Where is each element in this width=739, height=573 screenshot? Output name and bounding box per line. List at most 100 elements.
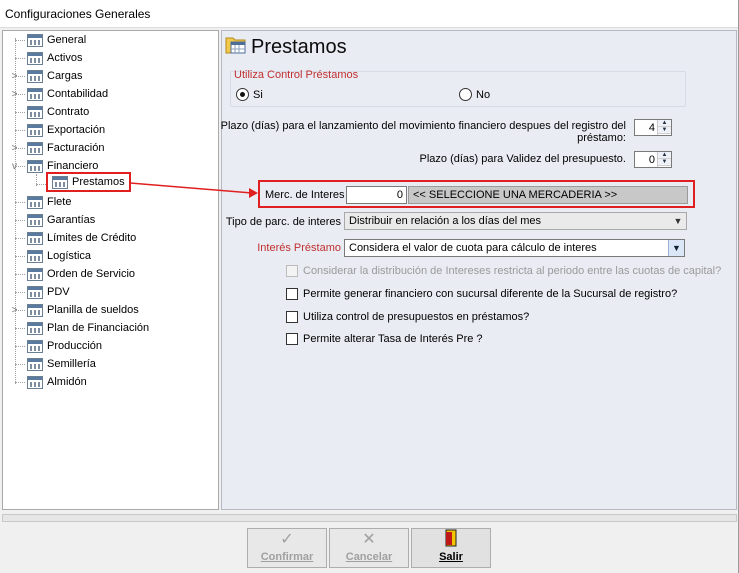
x-icon: ✕: [362, 531, 376, 548]
tree-item-label: Plan de Financiación: [47, 322, 150, 334]
table-icon: [27, 285, 43, 299]
tree-item-logistica[interactable]: Logística: [15, 247, 91, 265]
table-icon: [27, 375, 43, 389]
checkbox-sucursal-diferente[interactable]: Permite generar financiero con sucursal …: [286, 288, 677, 300]
tree-item-label: PDV: [47, 286, 70, 298]
table-icon: [27, 213, 43, 227]
tree-item-label: Cargas: [47, 70, 83, 82]
radio-circle[interactable]: [236, 88, 249, 101]
spin-down-icon[interactable]: ▼: [658, 159, 671, 166]
tree-item-label: Logística: [47, 250, 92, 262]
page-title: Prestamos: [251, 36, 347, 58]
tree-item-label: Facturación: [47, 142, 105, 154]
table-icon: [27, 303, 43, 317]
selected-item-highlight[interactable]: Prestamos: [46, 172, 131, 192]
table-icon: [52, 175, 68, 189]
chevron-down-icon[interactable]: ▼: [670, 213, 686, 229]
checkbox-box[interactable]: [286, 333, 298, 345]
tipo-parcela-select[interactable]: Distribuir en relación a los días del me…: [344, 212, 687, 230]
checkbox-control-presupuestos[interactable]: Utiliza control de presupuestos en prést…: [286, 311, 529, 323]
table-icon: [27, 267, 43, 281]
tree-item-label: Producción: [47, 340, 103, 352]
table-icon: [27, 87, 43, 101]
tree-item-facturacion[interactable]: Facturación: [15, 139, 104, 157]
checkbox-alterar-tasa[interactable]: Permite alterar Tasa de Interés Pre ?: [286, 333, 483, 345]
tree-item-flete[interactable]: Flete: [15, 193, 71, 211]
tree-item-orden-servicio[interactable]: Orden de Servicio: [15, 265, 135, 283]
checkbox-box[interactable]: [286, 311, 298, 323]
tree-item-label: Contrato: [47, 106, 90, 118]
mercaderia-description[interactable]: << SELECCIONE UNA MERCADERIA >>: [408, 186, 688, 204]
table-icon: [27, 159, 43, 173]
table-icon: [27, 249, 43, 263]
window-title: Configuraciones Generales: [5, 7, 151, 21]
tree-item-prestamos[interactable]: Prestamos: [36, 172, 131, 192]
radio-no[interactable]: No: [459, 88, 490, 101]
table-icon: [27, 33, 43, 47]
checkbox-box: [286, 265, 298, 277]
tree-item-label: Activos: [47, 52, 83, 64]
exit-button[interactable]: Salir: [411, 528, 491, 568]
mercaderia-code-input[interactable]: 0: [346, 186, 407, 204]
group-title: Utiliza Control Préstamos: [234, 69, 359, 81]
table-icon: [27, 51, 43, 65]
tree-item-general[interactable]: General: [15, 31, 86, 49]
tree-item-exportacion[interactable]: Exportación: [15, 121, 105, 139]
title-bar: Configuraciones Generales: [0, 0, 739, 28]
radio-label: Si: [253, 88, 263, 101]
tree-item-produccion[interactable]: Producción: [15, 337, 102, 355]
table-icon: [27, 339, 43, 353]
table-icon: [27, 357, 43, 371]
tree-item-label: Planilla de sueldos: [47, 304, 139, 316]
tree-item-contrato[interactable]: Contrato: [15, 103, 89, 121]
tipo-parcela-label: Tipo de parc. de interes: [225, 216, 341, 228]
horizontal-scrollbar[interactable]: [2, 514, 737, 522]
table-icon: [27, 123, 43, 137]
checkbox-box[interactable]: [286, 288, 298, 300]
table-icon: [27, 321, 43, 335]
tree-item-label: Flete: [47, 196, 72, 208]
checkbox-distribucion-intereses: Considerar la distribución de Intereses …: [286, 265, 721, 277]
folder-table-icon: [225, 37, 246, 54]
plazo-validez-stepper[interactable]: 0 ▲ ▼: [634, 151, 672, 168]
cancel-button: ✕ Cancelar: [329, 528, 409, 568]
settings-panel: Prestamos Utiliza Control Préstamos Si N…: [221, 30, 737, 510]
tree-item-label: General: [47, 34, 87, 46]
config-tree[interactable]: General Activos > Cargas > Contabilidad …: [2, 30, 219, 510]
chevron-down-icon[interactable]: ▼: [668, 240, 684, 256]
radio-label: No: [476, 88, 491, 101]
tree-item-cargas[interactable]: Cargas: [15, 67, 82, 85]
tree-item-pdv[interactable]: PDV: [15, 283, 70, 301]
tree-item-activos[interactable]: Activos: [15, 49, 82, 67]
plazo-validez-label: Plazo (días) para Validez del presupuest…: [419, 153, 626, 165]
radio-si[interactable]: Si: [236, 88, 263, 101]
checkmark-icon: ✓: [280, 531, 294, 548]
tree-item-planilla-sueldos[interactable]: Planilla de sueldos: [15, 301, 139, 319]
table-icon: [27, 195, 43, 209]
tree-item-label: Contabilidad: [47, 88, 109, 100]
spin-down-icon[interactable]: ▼: [658, 127, 671, 134]
table-icon: [27, 105, 43, 119]
interes-prestamo-select[interactable]: Considera el valor de cuota para cálculo…: [344, 239, 685, 257]
tree-item-contabilidad[interactable]: Contabilidad: [15, 85, 108, 103]
tree-item-semilleria[interactable]: Semillería: [15, 355, 96, 373]
interes-prestamo-label: Interés Préstamo: [257, 242, 341, 254]
tree-item-label: Límites de Crédito: [47, 232, 137, 244]
tree-item-label: Almidón: [47, 376, 87, 388]
radio-circle[interactable]: [459, 88, 472, 101]
tree-item-limites-credito[interactable]: Límites de Crédito: [15, 229, 136, 247]
tree-item-almidon[interactable]: Almidón: [15, 373, 87, 391]
tree-item-label: Exportación: [47, 124, 106, 136]
spin-up-icon[interactable]: ▲: [658, 120, 671, 127]
tree-item-garantias[interactable]: Garantías: [15, 211, 95, 229]
confirm-button: ✓ Confirmar: [247, 528, 327, 568]
plazo-lanzamiento-stepper[interactable]: 4 ▲ ▼: [634, 119, 672, 136]
tree-item-plan-financiacion[interactable]: Plan de Financiación: [15, 319, 149, 337]
exit-door-icon: [412, 529, 490, 549]
spin-up-icon[interactable]: ▲: [658, 152, 671, 159]
mercaderia-highlight: Merc. de Interes 0 << SELECCIONE UNA MER…: [258, 180, 695, 208]
mercaderia-label: Merc. de Interes: [265, 189, 345, 201]
table-icon: [27, 231, 43, 245]
tree-item-label: Orden de Servicio: [47, 268, 136, 280]
tree-item-label: Financiero: [47, 160, 99, 172]
